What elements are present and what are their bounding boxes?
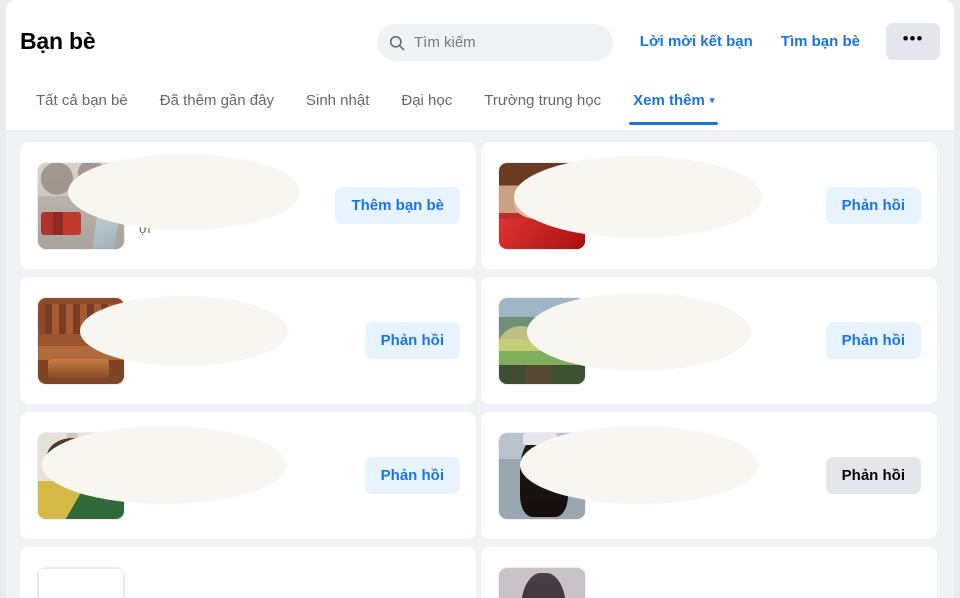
friends-page: Bạn bè Lời mời kết bạn Tìm bạn bè ••• Tấ… [6, 0, 954, 598]
tab-label: Đại học [401, 92, 453, 109]
valley-photo-thumbnail [499, 297, 585, 384]
tab-label: Xem thêm [633, 92, 705, 109]
card-action: Phản hồi [825, 457, 921, 494]
tab-label: Sinh nhật [305, 92, 370, 109]
friend-info: ...hange [125, 432, 357, 520]
friend-info [125, 567, 460, 598]
page-title: Bạn bè [20, 27, 96, 54]
respond-button[interactable]: Phản hồi [364, 457, 460, 494]
friend-info: ư Kim ợi [125, 162, 327, 250]
chevron-down-icon: ▾ [709, 95, 715, 105]
card-action: Phản hồi [364, 322, 460, 359]
friend-info [586, 567, 921, 598]
friend-info [125, 297, 357, 385]
card-action: Thêm bạn bè [335, 187, 460, 224]
search-input[interactable] [414, 24, 601, 61]
ellipsis-horizontal-icon[interactable]: ••• [886, 22, 940, 60]
card-action: Phản hồi [825, 322, 921, 359]
friend-card[interactable]: ...hange Phản hồi [20, 412, 476, 539]
search-box[interactable] [377, 24, 613, 61]
respond-button[interactable]: Phản hồi [364, 322, 460, 359]
friend-card[interactable]: ư Kim ợi Thêm bạn bè [20, 142, 476, 269]
avatar[interactable] [498, 431, 586, 520]
friend-name: n [600, 208, 610, 226]
page-header: Bạn bè Lời mời kết bạn Tìm bạn bè ••• [6, 0, 954, 82]
search-icon [389, 35, 405, 51]
respond-button[interactable]: Phản hồi [825, 187, 921, 224]
friend-card[interactable] [481, 547, 937, 598]
tab-all-friends[interactable]: Tất cả bạn bè [20, 82, 144, 125]
friend-name: nh [600, 343, 619, 361]
tab-label: Đã thêm gần đây [159, 92, 274, 109]
tab-high-school[interactable]: Trường trung học [468, 82, 617, 125]
friend-subtitle: ...hange [139, 482, 186, 498]
friend-card[interactable]: nh Phản hồi [481, 277, 937, 404]
tab-college[interactable]: Đại học [385, 82, 468, 125]
tab-label: Trường trung học [484, 92, 602, 109]
friend-card[interactable]: n Phản hồi [481, 142, 937, 269]
friend-name: n [600, 478, 610, 496]
avatar[interactable] [37, 566, 125, 598]
altar-photo-thumbnail [38, 297, 124, 384]
tab-birthdays[interactable]: Sinh nhật [290, 82, 385, 125]
tab-bar: Tất cả bạn bè Đã thêm gần đây Sinh nhật … [6, 82, 954, 130]
tab-recently-added[interactable]: Đã thêm gần đây [144, 82, 290, 125]
header-actions: Lời mời kết bạn Tìm bạn bè ••• [626, 0, 940, 82]
baby-photo-thumbnail [499, 162, 585, 249]
card-action: Phản hồi [364, 457, 460, 494]
respond-button[interactable]: Phản hồi [825, 457, 921, 494]
friend-info: n [586, 162, 818, 250]
avatar[interactable] [498, 161, 586, 250]
find-friends-link[interactable]: Tìm bạn bè [767, 25, 874, 58]
friend-subtitle: ợi [139, 221, 151, 236]
friend-card-grid: ư Kim ợi Thêm bạn bè n Phản hồi Phản hồi… [6, 142, 954, 598]
avatar[interactable] [37, 161, 125, 250]
gray-portrait-thumbnail [499, 567, 585, 598]
friend-requests-link[interactable]: Lời mời kết bạn [626, 25, 767, 58]
friends-list-area: ư Kim ợi Thêm bạn bè n Phản hồi Phản hồi… [6, 130, 954, 598]
friend-name: ư Kim [139, 201, 183, 218]
tab-see-more[interactable]: Xem thêm ▾ [617, 82, 730, 125]
respond-button[interactable]: Phản hồi [825, 322, 921, 359]
friend-info: nh [586, 297, 818, 385]
friend-info: n [586, 432, 818, 520]
tab-label: Tất cả bạn bè [36, 92, 128, 109]
street-photo-thumbnail [38, 162, 124, 249]
avatar[interactable] [37, 431, 125, 520]
friend-card[interactable]: n Phản hồi [481, 412, 937, 539]
avatar[interactable] [37, 296, 125, 385]
friend-card[interactable]: Phản hồi [20, 277, 476, 404]
card-action: Phản hồi [825, 187, 921, 224]
friend-card[interactable] [20, 547, 476, 598]
kid-photo-thumbnail [38, 432, 124, 519]
avatar[interactable] [498, 296, 586, 385]
empty-thumbnail [38, 567, 124, 598]
add-friend-button[interactable]: Thêm bạn bè [335, 187, 460, 224]
avatar[interactable] [498, 566, 586, 598]
portrait-photo-thumbnail [499, 432, 585, 519]
